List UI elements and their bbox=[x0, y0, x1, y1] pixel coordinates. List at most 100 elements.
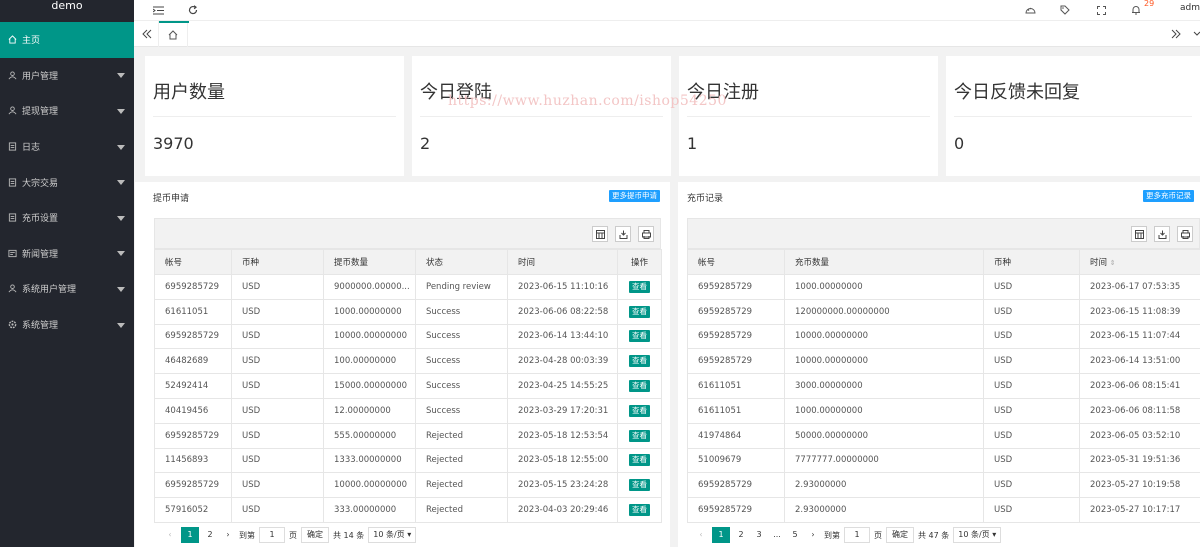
next-page-icon[interactable]: › bbox=[221, 527, 235, 543]
table-cell: 2023-06-15 11:07:44 bbox=[1079, 323, 1200, 350]
table-cell: 2023-06-15 11:08:39 bbox=[1079, 298, 1200, 325]
bell-icon[interactable] bbox=[1129, 3, 1143, 17]
stat-title: 今日反馈未回复 bbox=[954, 82, 1080, 103]
sidebar-item-users[interactable]: 用户管理 bbox=[0, 58, 134, 94]
sidebar-item-system[interactable]: 系统管理 bbox=[0, 307, 134, 343]
caret-down-icon bbox=[117, 73, 125, 79]
theme-icon[interactable] bbox=[1023, 3, 1037, 17]
sidebar-item-log[interactable]: 日志 bbox=[0, 129, 134, 165]
table-cell: 2023-06-17 07:53:35 bbox=[1079, 274, 1200, 300]
caret-down-icon bbox=[117, 144, 125, 150]
table-row: 6959285729 2.93000000 USD 2023-05-27 10:17:… bbox=[687, 497, 1200, 523]
tag-icon[interactable] bbox=[1058, 3, 1072, 17]
table-row: 46482689 USD 100.00000000 Success 2023-04-28… bbox=[154, 348, 662, 375]
sidebar-item-news[interactable]: 新闻管理 bbox=[0, 236, 134, 272]
sidebar-item-home[interactable]: 主页 bbox=[0, 22, 134, 58]
columns-icon[interactable] bbox=[592, 226, 608, 242]
table-cell: 51009679 bbox=[687, 447, 785, 474]
view-button[interactable]: 查看 bbox=[629, 355, 650, 368]
user-icon bbox=[7, 106, 17, 116]
table-cell: 2023-05-18 12:55:00 bbox=[507, 447, 618, 474]
prev-page-icon[interactable]: ‹ bbox=[694, 527, 708, 543]
sidebar-item-deposit-settings[interactable]: 充币设置 bbox=[0, 200, 134, 236]
table-cell: USD bbox=[983, 497, 1080, 523]
table-cell: USD bbox=[983, 472, 1080, 499]
caret-down-icon bbox=[117, 251, 125, 257]
tabs-scroll-left-icon[interactable] bbox=[138, 25, 156, 43]
tabs-menu-icon[interactable] bbox=[1188, 25, 1200, 43]
next-page-icon[interactable]: › bbox=[806, 527, 820, 543]
table-cell: 333.00000000 bbox=[323, 497, 416, 523]
view-button[interactable]: 查看 bbox=[629, 305, 650, 318]
action-cell: 查看 bbox=[617, 422, 662, 449]
deposit-pagination: ‹ 1 2 3 ... 5 › 到第 1 页 确定 共 47 条 10 条/页 … bbox=[694, 527, 1002, 543]
table-cell: 2023-06-14 13:51:00 bbox=[1079, 348, 1200, 375]
table-row: 6959285729 120000000.00000000 USD 2023-06-1… bbox=[687, 298, 1200, 325]
stat-value: 1 bbox=[687, 134, 698, 153]
table-cell: Rejected bbox=[415, 497, 508, 523]
app-logo[interactable]: demo bbox=[0, 0, 134, 22]
table-header-row: 帐号 充币数量 币种 时间 ⇕ bbox=[687, 249, 1200, 275]
table-cell: Success bbox=[415, 373, 508, 399]
page-2[interactable]: 2 bbox=[203, 527, 217, 543]
table-cell: USD bbox=[231, 422, 324, 449]
column-header: 币种 bbox=[231, 249, 324, 275]
stat-card-users: 用户数量 3970 bbox=[145, 56, 404, 176]
sort-icon[interactable]: ⇕ bbox=[1110, 259, 1116, 267]
view-button[interactable]: 查看 bbox=[629, 404, 650, 417]
tab-home[interactable] bbox=[158, 21, 189, 47]
per-page-select[interactable]: 10 条/页 ▾ bbox=[953, 527, 1002, 543]
table-cell: 7777777.00000000 bbox=[784, 447, 984, 474]
page-1[interactable]: 1 bbox=[181, 527, 199, 543]
page-2[interactable]: 2 bbox=[734, 527, 748, 543]
view-button[interactable]: 查看 bbox=[629, 330, 650, 343]
per-page-select[interactable]: 10 条/页 ▾ bbox=[368, 527, 417, 543]
view-button[interactable]: 查看 bbox=[629, 504, 650, 517]
prev-page-icon[interactable]: ‹ bbox=[163, 527, 177, 543]
print-icon[interactable] bbox=[1177, 226, 1193, 242]
stat-title: 今日登陆 bbox=[420, 82, 492, 103]
divider bbox=[153, 116, 396, 117]
view-button[interactable]: 查看 bbox=[629, 429, 650, 442]
sidebar-item-label: 新闻管理 bbox=[22, 249, 59, 260]
view-button[interactable]: 查看 bbox=[629, 280, 650, 293]
table-row: 6959285729 2.93000000 USD 2023-05-27 10:19:… bbox=[687, 472, 1200, 499]
menu-fold-icon[interactable] bbox=[151, 3, 165, 17]
more-withdraw-button[interactable]: 更多提币申请 bbox=[609, 190, 660, 202]
home-icon bbox=[168, 25, 178, 44]
export-icon[interactable] bbox=[615, 226, 631, 242]
page-input[interactable]: 1 bbox=[259, 527, 285, 543]
print-icon[interactable] bbox=[638, 226, 654, 242]
page-3[interactable]: 3 bbox=[752, 527, 766, 543]
deposit-panel: 充币记录 更多充币记录 帐号 充币数量 币种 时间 ⇕ 6959285729 10… bbox=[678, 182, 1200, 547]
sidebar-item-label: 提现管理 bbox=[22, 107, 59, 118]
table-row: 41974864 50000.00000000 USD 2023-06-05 03:5… bbox=[687, 422, 1200, 449]
fullscreen-icon[interactable] bbox=[1094, 3, 1108, 17]
page-1[interactable]: 1 bbox=[712, 527, 730, 543]
confirm-button[interactable]: 确定 bbox=[886, 527, 914, 543]
export-icon[interactable] bbox=[1154, 226, 1170, 242]
table-row: 6959285729 1000.00000000 USD 2023-06-17 07:… bbox=[687, 274, 1200, 300]
view-button[interactable]: 查看 bbox=[629, 479, 650, 492]
table-row: 6959285729 10000.00000000 USD 2023-06-15 11… bbox=[687, 323, 1200, 350]
goto-label: 到第 bbox=[824, 530, 840, 540]
log-icon bbox=[7, 142, 17, 152]
table-cell: USD bbox=[983, 422, 1080, 449]
view-button[interactable]: 查看 bbox=[629, 380, 650, 393]
columns-icon[interactable] bbox=[1131, 226, 1147, 242]
more-deposit-button[interactable]: 更多充币记录 bbox=[1143, 190, 1194, 202]
sidebar-item-system-users[interactable]: 系统用户管理 bbox=[0, 271, 134, 307]
tabs-scroll-right-icon[interactable] bbox=[1167, 25, 1185, 43]
page-input[interactable]: 1 bbox=[844, 527, 870, 543]
sidebar-item-withdraw[interactable]: 提现管理 bbox=[0, 93, 134, 129]
table-row: 61611051 3000.00000000 USD 2023-06-06 08:15… bbox=[687, 373, 1200, 399]
view-button[interactable]: 查看 bbox=[629, 454, 650, 467]
column-header-sortable[interactable]: 时间 ⇕ bbox=[1079, 249, 1200, 275]
column-header: 帐号 bbox=[687, 249, 785, 275]
column-header: 币种 bbox=[983, 249, 1080, 275]
page-5[interactable]: 5 bbox=[788, 527, 802, 543]
user-menu[interactable]: admin bbox=[1180, 3, 1200, 13]
refresh-icon[interactable] bbox=[186, 3, 200, 17]
sidebar-item-block-trade[interactable]: 大宗交易 bbox=[0, 164, 134, 200]
confirm-button[interactable]: 确定 bbox=[301, 527, 329, 543]
